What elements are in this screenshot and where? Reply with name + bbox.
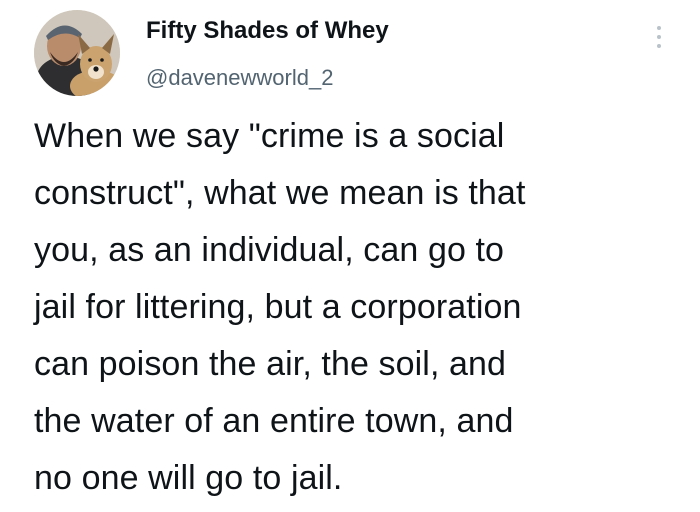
author-display-name[interactable]: Fifty Shades of Whey xyxy=(146,16,389,46)
tweet-text-line: no one will go to jail. xyxy=(34,459,343,497)
tweet-text-line: jail for littering, but a corporation xyxy=(34,288,522,326)
tweet-text-line: can poison the air, the soil, and xyxy=(34,345,507,383)
more-options-icon[interactable] xyxy=(650,22,668,52)
tweet-text-line: you, as an individual, can go to xyxy=(34,231,505,269)
tweet-text-line: When we say "crime is a social xyxy=(34,117,505,155)
tweet-text-line: construct", what we mean is that xyxy=(34,174,526,212)
tweet-text: When we say "crime is a social construct… xyxy=(34,108,694,507)
tweet-card: Fifty Shades of Whey @davenewworld_2 Whe… xyxy=(0,0,700,512)
tweet-text-line: the water of an entire town, and xyxy=(34,402,514,440)
author-avatar[interactable] xyxy=(34,10,120,96)
avatar-photo-icon xyxy=(34,10,120,96)
author-handle[interactable]: @davenewworld_2 xyxy=(146,64,333,92)
